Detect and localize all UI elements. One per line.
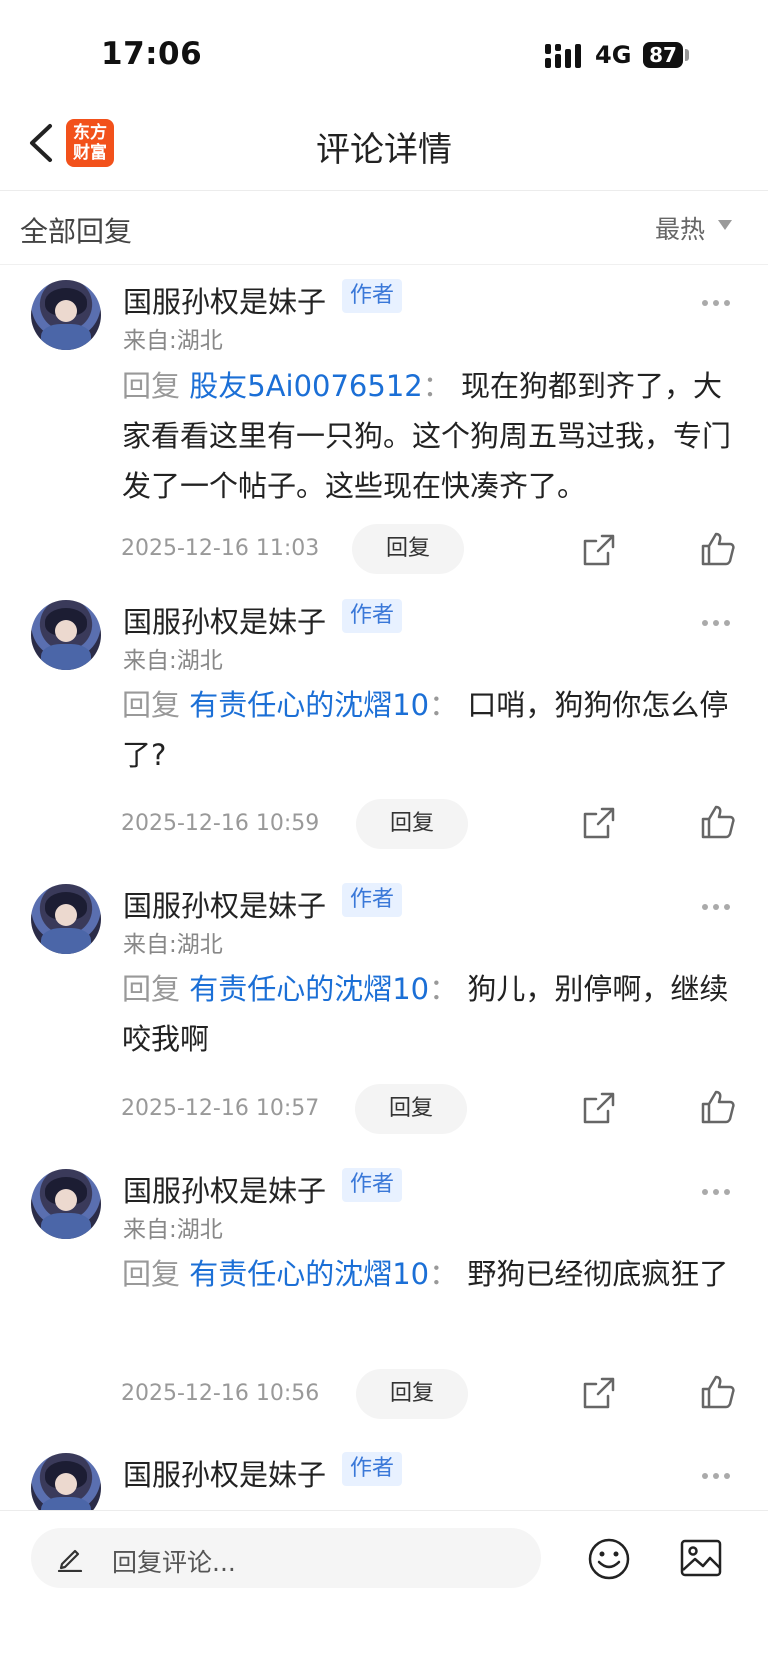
comment-date: 2025-12-16 10:59 (121, 811, 320, 836)
thumbs-up-icon[interactable] (700, 1374, 736, 1410)
username[interactable]: 国服孙权是妹子 (123, 279, 326, 321)
mention-link[interactable]: 股友5Ai0076512 (189, 369, 423, 403)
comment-date: 2025-12-16 10:57 (121, 1096, 320, 1121)
more-icon[interactable] (702, 1180, 738, 1195)
colon: ： (429, 1257, 459, 1291)
share-icon[interactable] (582, 806, 616, 840)
location: 来自:湖北 (123, 1217, 223, 1243)
comment-item: 国服孙权是妹子 作者 来自:湖北 回复 有责任心的沈熠10： 野狗已经彻底疯狂了… (0, 1154, 768, 1419)
comment-date: 2025-12-16 10:56 (121, 1381, 320, 1406)
location: 来自:湖北 (123, 648, 223, 674)
author-badge: 作者 (342, 883, 403, 917)
more-icon[interactable] (702, 895, 738, 910)
reply-button[interactable]: 回复 (356, 1369, 468, 1419)
thumbs-up-icon[interactable] (700, 531, 736, 567)
share-icon[interactable] (582, 1091, 616, 1125)
reply-button[interactable]: 回复 (355, 1084, 467, 1134)
colon: ： (429, 688, 459, 722)
mention-link[interactable]: 有责任心的沈熠10 (189, 972, 429, 1006)
reply-button[interactable]: 回复 (352, 524, 464, 574)
pencil-icon (57, 1549, 83, 1572)
reply-prefix: 回复 (122, 1257, 181, 1291)
avatar[interactable] (31, 1169, 101, 1239)
reply-prefix: 回复 (122, 369, 181, 403)
comment-item: 国服孙权是妹子 作者 来自:湖北 回复 股友5Ai0076512： 现在狗都到齐… (0, 265, 768, 574)
share-icon[interactable] (582, 1376, 616, 1410)
comment-list: 国服孙权是妹子 作者 来自:湖北 回复 股友5Ai0076512： 现在狗都到齐… (0, 265, 768, 1510)
author-badge: 作者 (342, 279, 403, 313)
all-replies-label: 全部回复 (20, 215, 133, 248)
comment-item: 国服孙权是妹子 作者 来自:湖北 回复 有责任心的沈熠10： 口哨，狗狗你怎么停… (0, 585, 768, 849)
location: 来自:湖北 (123, 932, 223, 958)
reply-input-placeholder: 回复评论... (112, 1548, 236, 1577)
avatar[interactable] (31, 600, 101, 670)
emoji-icon[interactable] (587, 1537, 631, 1581)
caret-down-icon[interactable] (718, 220, 732, 230)
username[interactable]: 国服孙权是妹子 (123, 883, 326, 925)
status-time: 17:06 (101, 36, 203, 72)
battery-icon: 87 (643, 42, 683, 68)
reply-prefix: 回复 (122, 972, 181, 1006)
author-badge: 作者 (342, 1452, 403, 1486)
bottom-bar: 回复评论... (0, 1510, 768, 1664)
signal-icon (545, 44, 581, 68)
username[interactable]: 国服孙权是妹子 (123, 1168, 326, 1210)
colon: ： (429, 972, 459, 1006)
filter-bar: 全部回复 最热 (0, 190, 768, 265)
reply-prefix: 回复 (122, 688, 181, 722)
colon: ： (422, 369, 452, 403)
thumbs-up-icon[interactable] (700, 1089, 736, 1125)
status-bar: 17:06 4G 87 (0, 0, 768, 100)
comment-body: 回复 有责任心的沈熠10： 狗儿，别停啊，继续咬我啊 (122, 964, 732, 1064)
comment-body: 回复 有责任心的沈熠10： 口哨，狗狗你怎么停了? (122, 680, 732, 780)
sort-dropdown[interactable]: 最热 (655, 210, 705, 246)
more-icon[interactable] (702, 291, 738, 306)
battery-nub (685, 49, 689, 61)
more-icon[interactable] (702, 611, 738, 626)
comment-body: 回复 股友5Ai0076512： 现在狗都到齐了，大家看看这里有一只狗。这个狗周… (122, 361, 732, 511)
thumbs-up-icon[interactable] (700, 804, 736, 840)
comment-text: 野狗已经彻底疯狂了 (467, 1257, 729, 1291)
image-icon[interactable] (680, 1539, 722, 1577)
network-label: 4G (595, 41, 632, 69)
page-title: 评论详情 (316, 130, 452, 170)
location: 来自:湖北 (123, 328, 223, 354)
more-icon[interactable] (702, 1464, 738, 1479)
comment-item: 国服孙权是妹子 作者 (0, 1438, 768, 1510)
avatar[interactable] (31, 280, 101, 350)
author-badge: 作者 (342, 599, 403, 633)
avatar[interactable] (31, 884, 101, 954)
username[interactable]: 国服孙权是妹子 (123, 1452, 326, 1494)
comment-date: 2025-12-16 11:03 (121, 536, 320, 561)
share-icon[interactable] (582, 533, 616, 567)
reply-button[interactable]: 回复 (356, 799, 468, 849)
reply-input[interactable]: 回复评论... (31, 1528, 541, 1588)
author-badge: 作者 (342, 1168, 403, 1202)
comment-item: 国服孙权是妹子 作者 来自:湖北 回复 有责任心的沈熠10： 狗儿，别停啊，继续… (0, 869, 768, 1134)
username[interactable]: 国服孙权是妹子 (123, 599, 326, 641)
mention-link[interactable]: 有责任心的沈熠10 (189, 1257, 429, 1291)
avatar[interactable] (31, 1453, 101, 1510)
comment-body: 回复 有责任心的沈熠10： 野狗已经彻底疯狂了 (122, 1249, 732, 1299)
mention-link[interactable]: 有责任心的沈熠10 (189, 688, 429, 722)
